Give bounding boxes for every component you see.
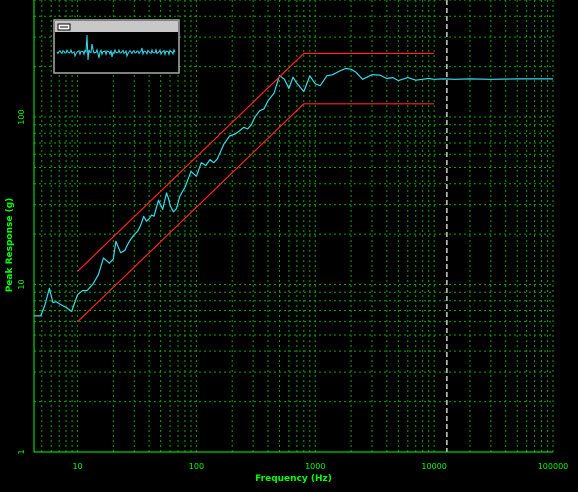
chart-svg: 10 100 1000 10000 100000 1 10 100 Frequency (Hz)… bbox=[5, 0, 568, 484]
x-tick-label: 1000 bbox=[305, 462, 325, 471]
x-tick-label: 100 bbox=[189, 462, 204, 471]
y-axis-title: Peak Response (g) bbox=[5, 198, 15, 293]
x-axis-title: Frequency (Hz) bbox=[255, 474, 332, 484]
inset-waveform-preview[interactable] bbox=[53, 19, 180, 74]
labels-layer: 10 100 1000 10000 100000 1 10 100 Frequency (Hz)… bbox=[5, 109, 568, 484]
response-curve bbox=[34, 67, 553, 317]
y-tick-label: 10 bbox=[17, 279, 26, 289]
inset-title-bar bbox=[55, 21, 178, 32]
y-tick-label: 100 bbox=[17, 109, 26, 124]
y-tick-label: 1 bbox=[17, 449, 26, 454]
x-tick-label: 10 bbox=[72, 462, 82, 471]
x-tick-label: 100000 bbox=[538, 462, 569, 471]
x-tick-label: 10000 bbox=[421, 462, 446, 471]
lower-tolerance-line bbox=[77, 103, 435, 323]
